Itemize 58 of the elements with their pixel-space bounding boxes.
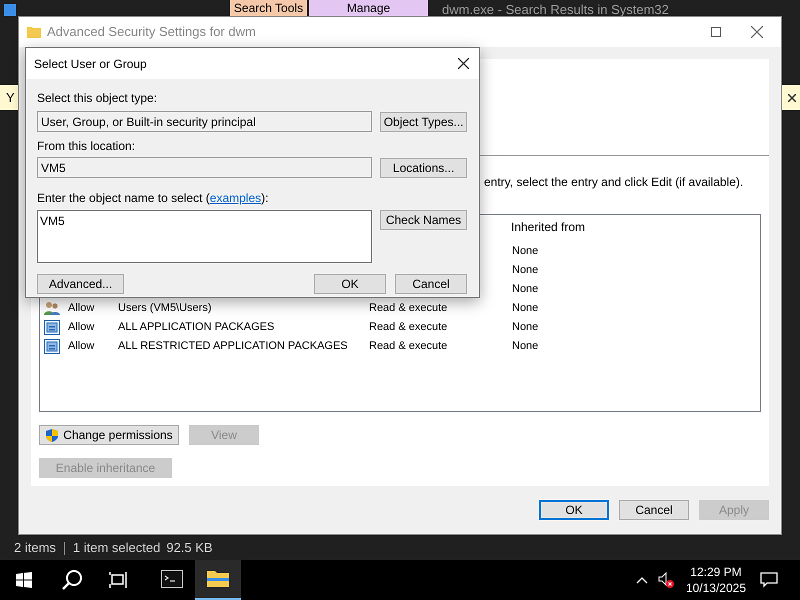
- close-icon[interactable]: [458, 58, 469, 69]
- locations-button[interactable]: Locations...: [380, 158, 467, 178]
- instruction-text: entry, select the entry and click Edit (if available).: [484, 174, 744, 191]
- windows-icon[interactable]: [16, 572, 32, 588]
- selection-size: 92.5 KB: [166, 539, 213, 558]
- close-icon[interactable]: [788, 94, 796, 102]
- table-cell: Allow: [68, 321, 94, 334]
- chevron-up-icon[interactable]: [636, 576, 648, 584]
- ribbon-tab[interactable]: Search Tools: [230, 0, 307, 16]
- table-cell: Users (VM5\Users): [118, 302, 212, 314]
- task-view-icon[interactable]: [109, 571, 127, 589]
- ok-button[interactable]: OK: [539, 500, 609, 520]
- notification-icon[interactable]: [760, 572, 778, 588]
- field-label: Select this object type:: [37, 90, 158, 107]
- terminal-icon: [161, 570, 183, 588]
- table-cell-text: None: [512, 301, 538, 316]
- shield-icon: [45, 428, 60, 442]
- muted-speaker-icon[interactable]: [658, 572, 674, 588]
- file-explorer-app[interactable]: [195, 560, 241, 600]
- cancel-button[interactable]: Cancel: [619, 500, 689, 520]
- table-cell: Allow: [68, 302, 94, 314]
- table-cell-text: None: [512, 244, 538, 260]
- examples-link[interactable]: examples: [210, 191, 262, 205]
- window-title: Advanced Security Settings for dwm: [47, 23, 256, 42]
- maximize-icon[interactable]: [711, 27, 721, 37]
- object-name-field[interactable]: VM5: [37, 210, 372, 263]
- column-header: Inherited from: [511, 219, 586, 236]
- ok-button[interactable]: OK: [314, 274, 386, 294]
- table-cell-text: None: [512, 339, 538, 354]
- advanced-button[interactable]: Advanced...: [37, 274, 124, 294]
- table-cell: Read & execute: [369, 340, 448, 352]
- table-cell-text: None: [512, 320, 538, 336]
- location-field: VM5: [37, 157, 372, 178]
- package-icon: [44, 320, 60, 335]
- package-icon: [44, 339, 60, 354]
- table-cell: Allow: [68, 340, 94, 352]
- object-type-field: User, Group, or Built-in security principal: [37, 111, 372, 132]
- field-label: From this location:: [37, 138, 136, 155]
- object-types-button[interactable]: Object Types...: [380, 112, 467, 132]
- change-permissions-button[interactable]: Change permissions: [39, 425, 179, 445]
- table-cell: Read & execute: [369, 302, 448, 314]
- users-icon: [44, 301, 60, 316]
- item-count: 2 items: [14, 539, 56, 558]
- cancel-button[interactable]: Cancel: [395, 274, 467, 294]
- table-cell: ALL RESTRICTED APPLICATION PACKAGES: [118, 340, 348, 352]
- table-cell: ALL APPLICATION PACKAGES: [118, 321, 274, 334]
- clock[interactable]: 12:29 PM 10/13/2025: [686, 564, 746, 596]
- field-label: Enter the object name to select (examples):: [37, 190, 270, 207]
- selection-info: 1 item selected: [72, 539, 160, 558]
- table-cell-text: None: [512, 263, 538, 278]
- dialog-title: Select User or Group: [34, 56, 147, 72]
- window-title: dwm.exe - Search Results in System32: [442, 1, 669, 19]
- info-text: Y: [5, 88, 15, 107]
- table-cell: Read & execute: [369, 321, 448, 334]
- check-names-button[interactable]: Check Names: [380, 210, 467, 230]
- ribbon-tab[interactable]: Manage: [309, 0, 428, 16]
- table-cell-text: None: [512, 282, 538, 298]
- search-icon[interactable]: [61, 569, 83, 591]
